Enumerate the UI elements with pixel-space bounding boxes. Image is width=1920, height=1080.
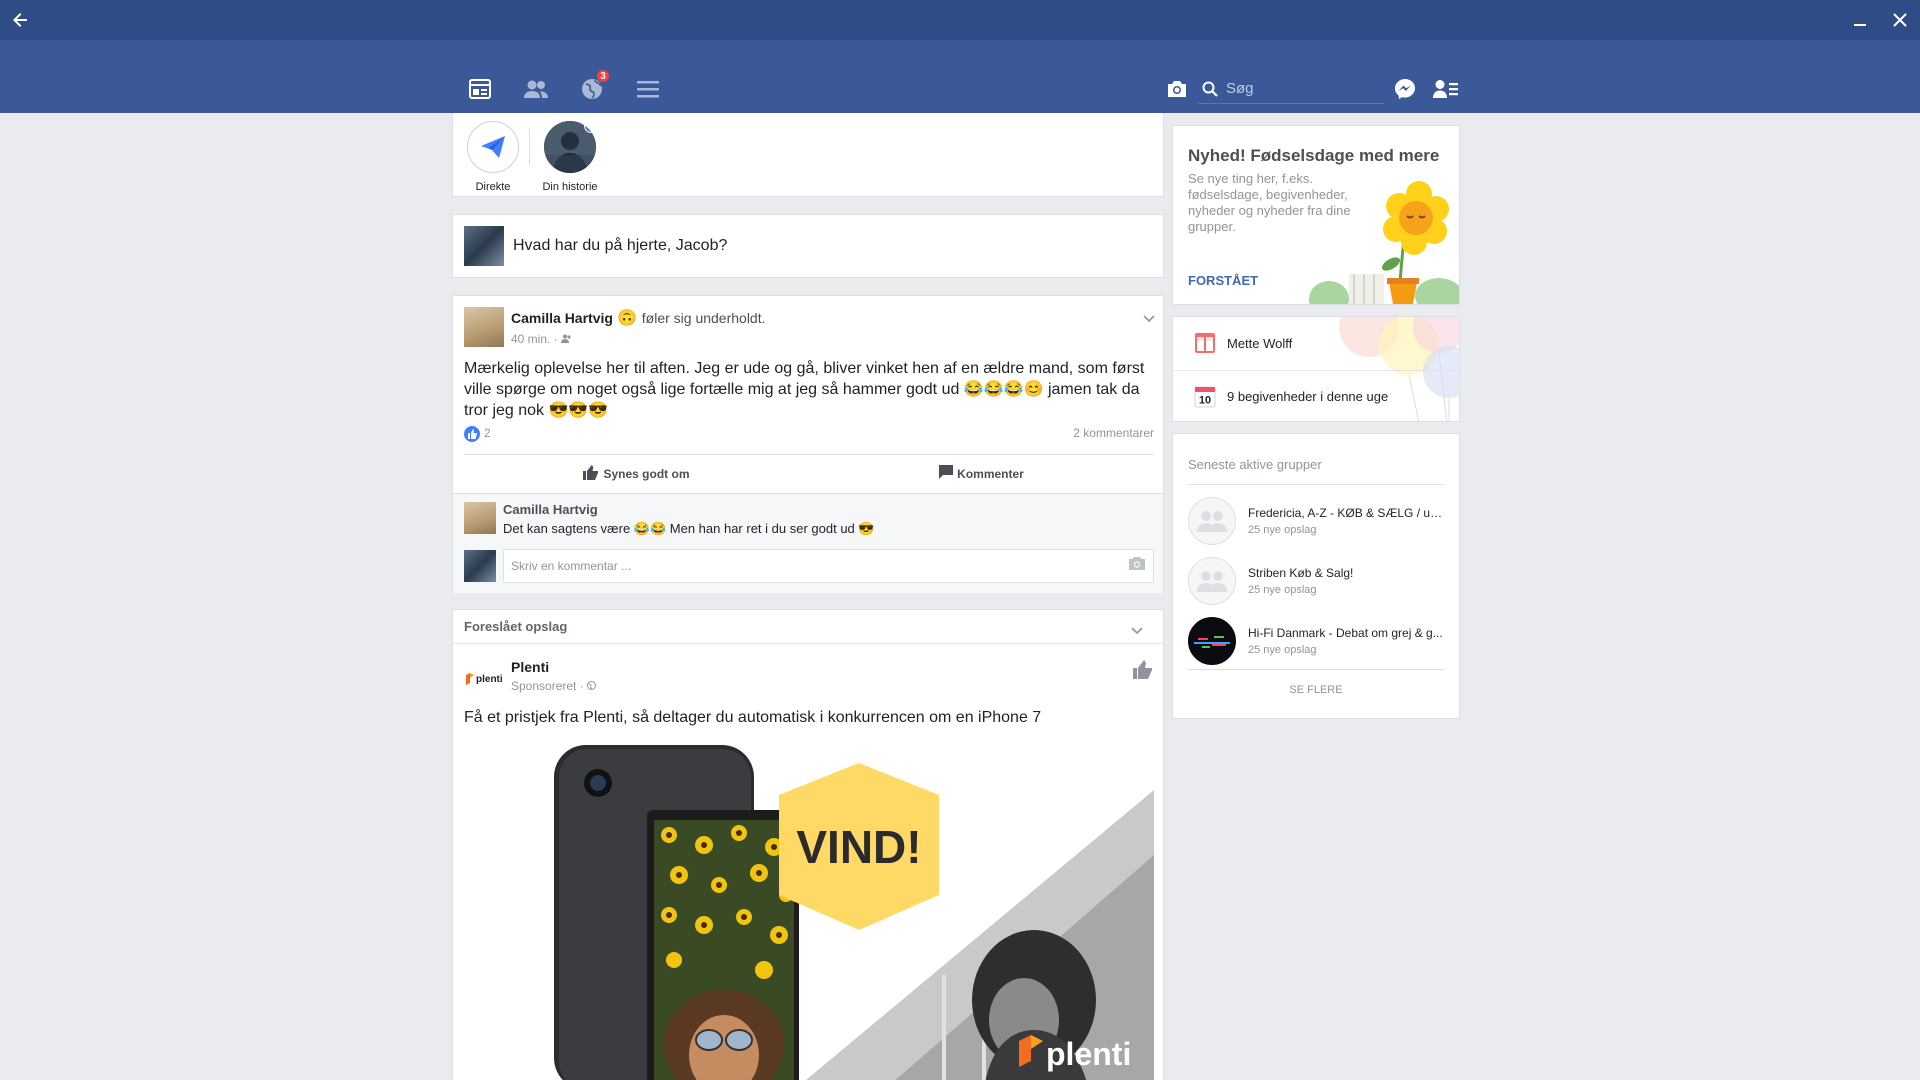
like-reaction-icon: [464, 426, 480, 442]
chevron-down-icon[interactable]: [1143, 310, 1155, 328]
group-icon: [1188, 557, 1236, 605]
camera-icon[interactable]: [1159, 73, 1195, 105]
search-field[interactable]: [1198, 74, 1384, 104]
calendar-icon: 10: [1193, 385, 1217, 409]
comment-icon: [939, 465, 957, 482]
globe-icon: [587, 679, 597, 693]
group-item[interactable]: Fredericia, A-Z - KØB & SÆLG / ude... 25…: [1188, 495, 1444, 547]
ad-text: Få et pristjek fra Plenti, så deltager d…: [464, 709, 1042, 726]
messenger-icon[interactable]: [1387, 73, 1423, 105]
post-composer[interactable]: Hvad har du på hjerte, Jacob?: [452, 214, 1164, 278]
story-direct[interactable]: Direkte: [453, 121, 533, 193]
svg-text:plenti: plenti: [476, 674, 503, 685]
camera-small-icon[interactable]: [1128, 556, 1146, 576]
notifications-globe-icon[interactable]: 3: [574, 69, 610, 105]
stories-bar: Direkte + Din historie: [452, 113, 1164, 197]
events-card: Mette Wolff 10 9 begivenheder i denne ug…: [1172, 316, 1460, 422]
comment-input-box[interactable]: [503, 549, 1154, 583]
friend-requests-icon[interactable]: [1428, 73, 1464, 105]
comment-button[interactable]: Kommenter: [809, 455, 1154, 492]
paper-plane-icon: [467, 121, 519, 173]
post-feeling: føler sig underholdt.: [641, 310, 766, 326]
comment-button-label: Kommenter: [957, 466, 1024, 481]
group-icon: [1188, 497, 1236, 545]
post-author-avatar[interactable]: [464, 307, 504, 347]
post-author-name[interactable]: Camilla Hartvig: [511, 310, 613, 326]
comment-input[interactable]: [511, 559, 1071, 573]
back-arrow-icon[interactable]: [0, 0, 40, 40]
story-own-label: Din historie: [542, 181, 598, 193]
minimize-icon[interactable]: [1840, 0, 1880, 40]
thumbs-up-icon: [583, 464, 603, 483]
post-body: Mærkelig oplevelse her til aften. Jeg er…: [464, 360, 1145, 419]
gift-icon: [1193, 331, 1217, 355]
group-name: Striben Køb & Salg!: [1248, 566, 1354, 580]
group-item[interactable]: Striben Køb & Salg! 25 nye opslag: [1188, 555, 1444, 607]
top-navigation-bar: [0, 40, 1920, 113]
hifi-group-avatar: [1188, 617, 1236, 665]
like-button[interactable]: Synes godt om: [464, 455, 809, 492]
group-post-count: 25 nye opslag: [1248, 524, 1317, 536]
suggested-post: Foreslået opslag plenti Plenti Sponsorer…: [452, 609, 1164, 1080]
menu-icon[interactable]: [630, 73, 666, 105]
birthday-name: Mette Wolff: [1227, 335, 1293, 351]
feed-post: Camilla Hartvig 🙃 føler sig underholdt. …: [452, 295, 1164, 593]
birthdays-promo-card: Nyhed! Fødselsdage med mere Se nye ting …: [1172, 125, 1460, 305]
ad-image-brand: plenti: [1046, 1036, 1131, 1072]
search-input[interactable]: [1226, 80, 1376, 97]
comment-author[interactable]: Camilla Hartvig: [503, 502, 875, 517]
notification-badge: 3: [596, 69, 610, 83]
promo-dismiss-button[interactable]: FORSTÅET: [1188, 273, 1258, 288]
ad-image[interactable]: VIND! plenti: [464, 745, 1154, 1080]
window-titlebar: [0, 0, 1920, 40]
post-timestamp[interactable]: 40 min. ·: [511, 332, 558, 346]
amused-emoji-icon: 🙃: [617, 310, 638, 327]
events-row[interactable]: 10 9 begivenheder i denne uge: [1173, 370, 1459, 421]
add-story-icon: +: [584, 121, 596, 133]
group-post-count: 25 nye opslag: [1248, 584, 1317, 596]
friends-icon[interactable]: [518, 73, 554, 105]
own-story-avatar: +: [544, 121, 596, 173]
news-feed-icon[interactable]: [462, 73, 498, 105]
page-like-button[interactable]: [1133, 660, 1153, 684]
story-own[interactable]: + Din historie: [530, 121, 610, 193]
avatar: [464, 226, 504, 266]
events-text: 9 begivenheder i denne uge: [1227, 389, 1389, 404]
groups-title: Seneste aktive grupper: [1188, 445, 1444, 485]
group-name: Fredericia, A-Z - KØB & SÆLG / ude...: [1248, 506, 1444, 520]
group-post-count: 25 nye opslag: [1248, 644, 1317, 656]
recent-groups-card: Seneste aktive grupper Fredericia, A-Z -…: [1172, 433, 1460, 719]
sponsored-label[interactable]: Sponsoreret ·: [511, 679, 584, 693]
ad-image-headline: VIND!: [796, 821, 921, 873]
plenti-logo[interactable]: plenti: [464, 659, 504, 699]
composer-prompt: Hvad har du på hjerte, Jacob?: [513, 237, 728, 254]
avatar: [464, 550, 496, 582]
comment: Camilla Hartvig Det kan sagtens være 😂😂 …: [464, 502, 875, 537]
comments-section: Camilla Hartvig Det kan sagtens være 😂😂 …: [453, 493, 1163, 593]
comment-count[interactable]: 2 kommentarer: [1073, 426, 1154, 442]
story-direct-label: Direkte: [475, 181, 511, 193]
calendar-day: 10: [1199, 394, 1211, 406]
close-icon[interactable]: [1880, 0, 1920, 40]
flower-illustration: [1309, 181, 1459, 304]
advertiser-name[interactable]: Plenti: [511, 659, 596, 675]
group-name: Hi-Fi Danmark - Debat om grej & g...: [1248, 626, 1443, 640]
promo-title: Nyhed! Fødselsdage med mere: [1188, 146, 1440, 165]
suggested-header: Foreslået opslag: [464, 619, 568, 634]
see-more-groups-button[interactable]: SE FLERE: [1188, 669, 1444, 709]
comment-text: Det kan sagtens være 😂😂 Men han har ret …: [503, 521, 875, 536]
birthday-row[interactable]: Mette Wolff: [1173, 317, 1459, 369]
chevron-down-icon[interactable]: [1131, 622, 1143, 640]
group-item[interactable]: Hi-Fi Danmark - Debat om grej & g... 25 …: [1188, 615, 1444, 667]
friends-audience-icon: [561, 332, 572, 346]
like-button-label: Synes godt om: [603, 466, 690, 481]
search-icon: [1198, 81, 1222, 97]
comment-avatar[interactable]: [464, 502, 496, 534]
like-count[interactable]: 2: [464, 426, 491, 442]
